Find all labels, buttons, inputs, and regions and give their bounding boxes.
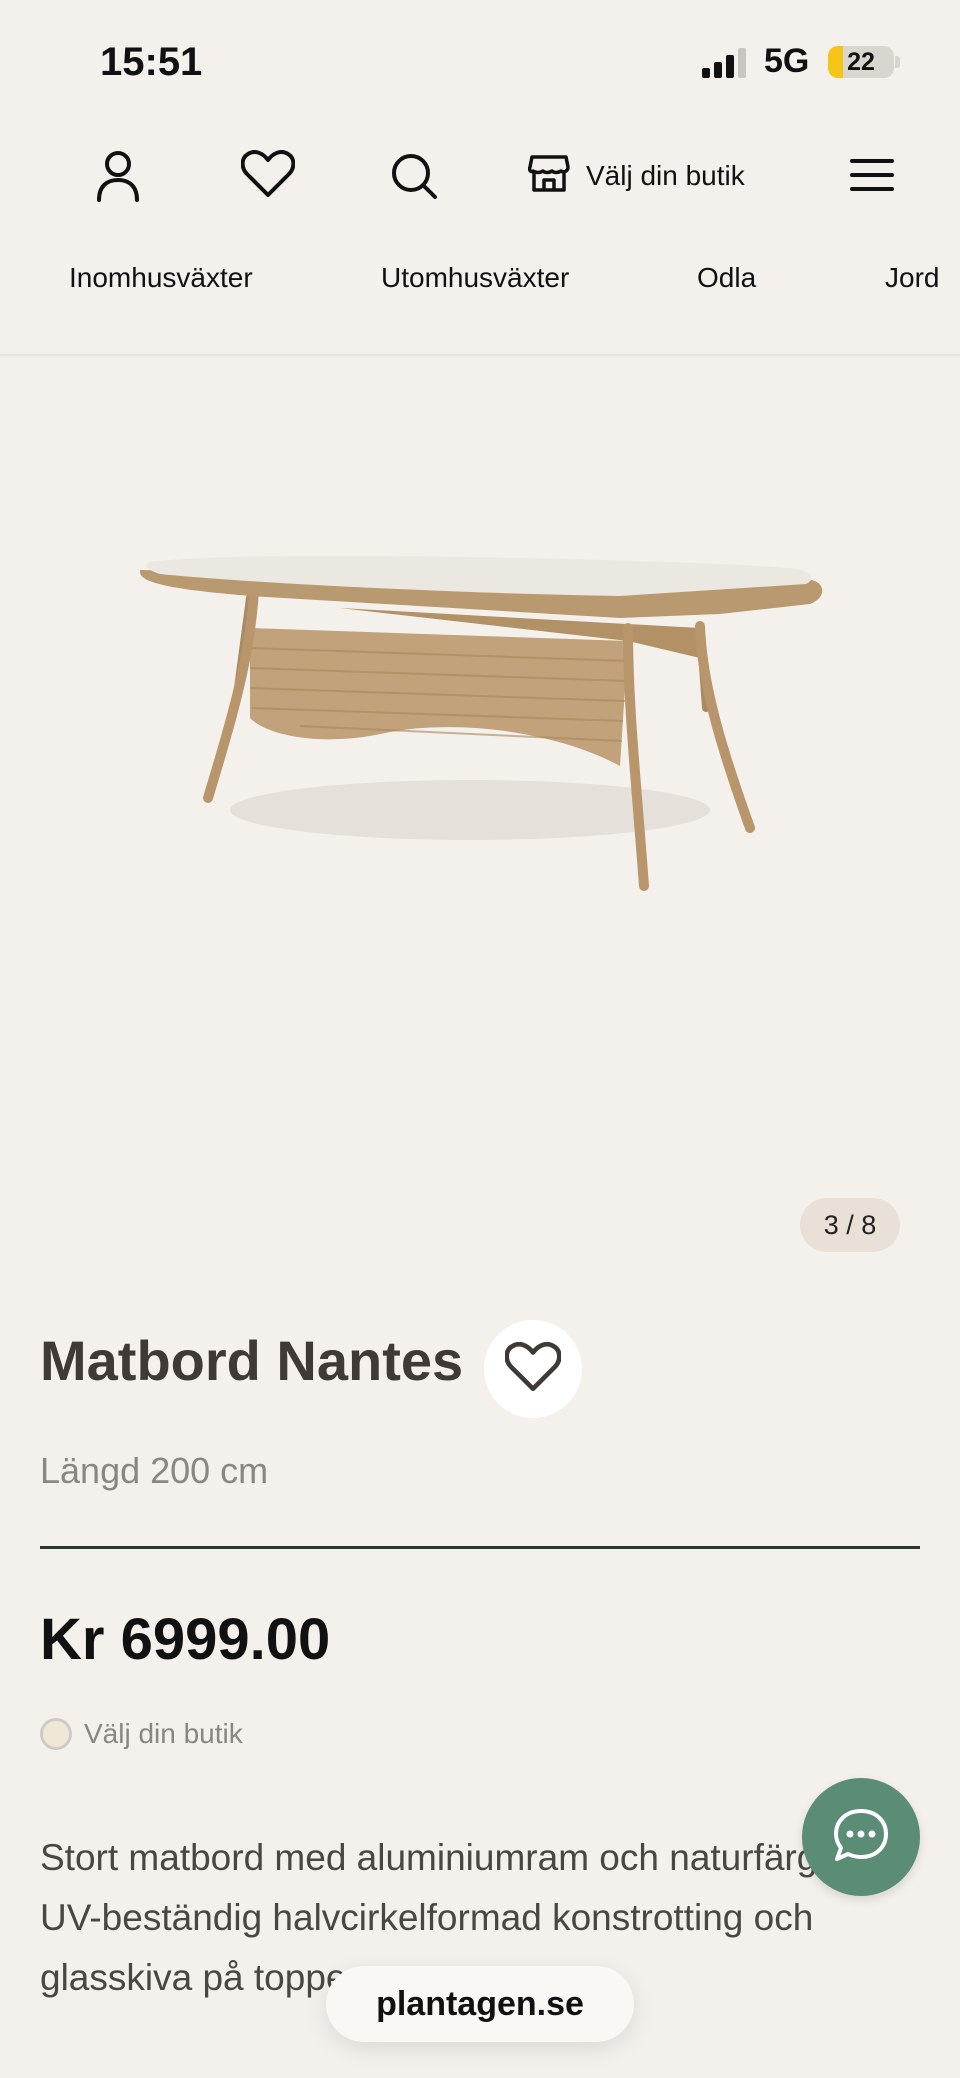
category-tab-indoor-plants[interactable]: Inomhusväxter bbox=[69, 262, 253, 294]
signal-icon bbox=[702, 48, 750, 83]
chat-button[interactable] bbox=[802, 1778, 920, 1896]
battery-tip bbox=[895, 56, 900, 68]
divider bbox=[40, 1546, 920, 1549]
category-tab-soil[interactable]: Jord bbox=[885, 262, 939, 294]
favorite-button[interactable] bbox=[484, 1320, 582, 1418]
store-availability[interactable]: Välj din butik bbox=[40, 1718, 243, 1750]
store-availability-label: Välj din butik bbox=[84, 1718, 243, 1749]
menu-icon[interactable] bbox=[846, 152, 898, 198]
category-tab-grow[interactable]: Odla bbox=[697, 262, 756, 294]
heart-icon[interactable] bbox=[236, 144, 300, 204]
product-price: Kr 6999.00 bbox=[40, 1607, 331, 1672]
store-selector-label: Välj din butik bbox=[586, 160, 745, 191]
product-subtitle: Längd 200 cm bbox=[40, 1450, 269, 1491]
category-tab-outdoor-plants[interactable]: Utomhusväxter bbox=[381, 262, 569, 294]
account-icon[interactable] bbox=[88, 146, 148, 206]
network-label: 5G bbox=[764, 42, 810, 80]
heart-icon bbox=[504, 1341, 562, 1397]
category-nav: Inomhusväxter Utomhusväxter Odla Jord bbox=[0, 250, 960, 310]
status-time: 15:51 bbox=[100, 40, 203, 84]
image-counter: 3 / 8 bbox=[800, 1198, 900, 1252]
store-icon bbox=[527, 153, 570, 200]
battery-percent: 22 bbox=[847, 48, 875, 76]
store-selector-button[interactable]: Välj din butik bbox=[527, 148, 745, 204]
chat-icon bbox=[832, 1807, 890, 1868]
browser-url-pill[interactable]: plantagen.se bbox=[326, 1966, 634, 2042]
store-radio-icon bbox=[40, 1718, 72, 1750]
product-image[interactable] bbox=[0, 358, 960, 1258]
search-icon[interactable] bbox=[384, 146, 444, 206]
product-title: Matbord Nantes bbox=[40, 1329, 464, 1392]
battery-indicator: 22 bbox=[828, 46, 894, 78]
